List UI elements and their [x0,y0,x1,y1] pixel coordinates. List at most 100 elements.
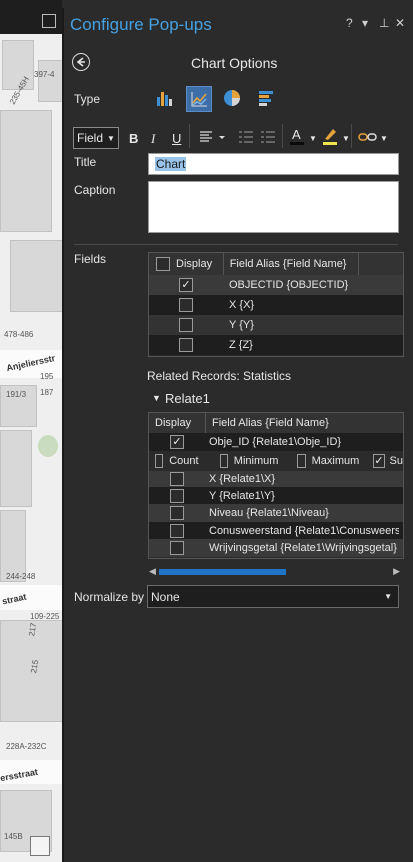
pane-title: Configure Pop-ups [70,15,212,34]
title-input-value: Chart [155,157,187,171]
field-display-checkbox[interactable] [179,298,193,312]
field-dropdown-label: Field [77,131,104,145]
caption-label: Caption [74,183,116,197]
relate-field-checkbox[interactable] [170,523,184,538]
table-row[interactable]: ✓ OBJECTID {OBJECTID} [149,275,403,295]
underline-button[interactable]: U [172,131,181,146]
highlight-color-icon[interactable] [322,127,338,145]
back-button[interactable] [72,53,90,71]
pie-chart-icon [224,90,240,106]
display-column-header[interactable]: Display [149,417,205,429]
field-display-checkbox[interactable] [179,338,193,352]
sum-checkbox[interactable]: ✓ [373,454,385,468]
related-grid-header: Display Field Alias {Field Name} [149,413,403,434]
fields-grid-header: Display Field Alias {Field Name} [149,253,403,276]
toolbar-divider [189,124,190,148]
line-chart-button[interactable] [186,86,212,112]
minimum-checkbox[interactable] [219,454,228,468]
align-icon[interactable] [200,131,226,143]
stacked-bar-button[interactable] [255,87,277,109]
table-row[interactable]: X {Relate1\X} [149,471,403,487]
table-row[interactable]: ✓ Obje_ID {Relate1\Obje_ID} [149,433,403,451]
title-input[interactable]: Chart [148,153,399,175]
display-column-header[interactable]: Display [149,257,223,271]
bar-chart-button[interactable] [153,87,175,109]
table-row[interactable]: Y {Y} [149,315,403,335]
map-label: 244-248 [6,572,36,581]
chevron-down-icon: ▼ [384,592,392,601]
relate-field-checkbox[interactable] [170,506,184,520]
map-view[interactable]: 235-45H 397-4 478-486 195 191/3 187 Anje… [0,0,62,862]
map-label: 191/3 [6,390,27,399]
field-insert-dropdown[interactable]: Field ▼ [73,127,119,149]
map-label: 187 [40,388,54,397]
relate-key-checkbox[interactable]: ✓ [170,435,184,449]
normalize-value: None [151,590,180,604]
map-label: 478-486 [4,330,34,339]
normalize-select[interactable]: None ▼ [147,585,399,608]
font-color-icon[interactable]: A [289,127,305,145]
italic-button[interactable]: I [151,131,155,147]
scrollbar-thumb[interactable] [159,569,286,575]
horizontal-scrollbar[interactable]: ◀ ▶ [148,566,402,578]
chevron-down-icon[interactable]: ▼ [309,134,317,143]
map-label: 397-4 [34,70,55,79]
maximum-label: Maximum [311,455,360,467]
scroll-left-icon[interactable]: ◀ [149,566,156,577]
caption-input[interactable] [148,181,399,233]
toolbar-divider [282,124,283,148]
table-row[interactable]: Y {Relate1\Y} [149,487,403,504]
select-all-checkbox[interactable] [156,257,170,271]
map-toolbar [0,0,62,34]
close-icon[interactable]: ✕ [395,16,405,30]
title-label: Title [74,155,97,169]
statistics-row: Count Minimum Maximum ✓ Su [149,451,403,471]
chevron-down-icon: ▼ [107,133,115,143]
chevron-down-icon[interactable]: ▼ [152,393,161,403]
list-icon[interactable] [239,129,279,145]
pane-titlebar: Configure Pop-ups ? ▾ ⊥ ✕ [64,8,413,38]
chevron-down-icon[interactable]: ▼ [342,134,350,143]
stacked-bar-icon [259,91,273,106]
pane-menu-icon[interactable]: ▾ [362,16,368,30]
map-label: 109-225 [30,612,60,621]
field-display-checkbox[interactable] [179,318,193,332]
map-tool-icon[interactable] [42,14,56,28]
map-tool-icon[interactable] [30,836,50,856]
table-row[interactable]: Niveau {Relate1\Niveau} [149,504,403,522]
fields-label: Fields [74,252,107,266]
relate-field-checkbox[interactable] [170,472,184,486]
arrow-left-icon [76,57,85,67]
bar-chart-icon [157,92,172,106]
pie-chart-button[interactable] [221,87,243,109]
count-checkbox[interactable] [155,454,164,468]
alias-column-header[interactable]: Field Alias {Field Name} [205,413,403,433]
map-label: 195 [40,372,54,381]
grid-column-filler [358,253,403,275]
relate-group-label[interactable]: Relate1 [165,391,210,406]
fields-grid: Display Field Alias {Field Name} ✓ OBJEC… [148,252,404,357]
line-chart-icon [191,92,207,107]
chevron-down-icon[interactable]: ▼ [380,134,388,143]
help-icon[interactable]: ? [346,16,353,30]
table-row[interactable]: X {X} [149,295,403,315]
section-divider [74,244,398,245]
alias-column-header[interactable]: Field Alias {Field Name} [222,253,358,275]
scroll-right-icon[interactable]: ▶ [393,566,400,577]
table-row[interactable]: Z {Z} [149,335,403,355]
normalize-label: Normalize by [74,590,145,604]
table-row[interactable]: Conusweerstand {Relate1\Conusweerstand} [149,522,403,539]
hyperlink-icon[interactable] [358,130,378,144]
section-title: Chart Options [191,55,278,71]
table-row[interactable]: Wrijvingsgetal {Relate1\Wrijvingsgetal} [149,539,403,557]
related-fields-grid: Display Field Alias {Field Name} ✓ Obje_… [148,412,404,559]
relate-field-checkbox[interactable] [170,541,184,555]
pin-icon[interactable]: ⊥ [379,16,389,30]
field-display-checkbox[interactable]: ✓ [179,278,193,292]
relate-field-checkbox[interactable] [170,488,184,503]
count-label: Count [169,455,199,467]
bold-button[interactable]: B [129,131,138,146]
related-records-label: Related Records: Statistics [147,369,292,383]
maximum-checkbox[interactable] [297,454,306,468]
map-label: 228A-232C [6,742,47,751]
